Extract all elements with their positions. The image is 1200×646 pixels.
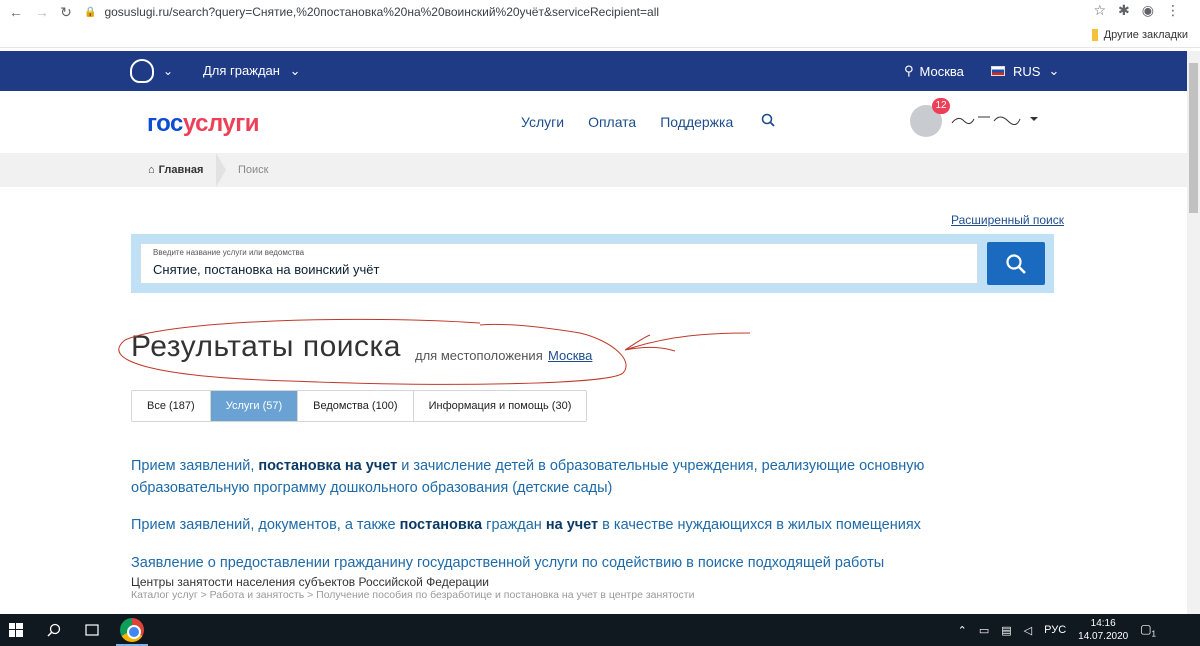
result-catalog-path: Каталог услуг > Работа и занятость > Пол… [131,589,695,601]
location-selector[interactable]: ⚲ Москва [904,63,964,79]
other-bookmarks[interactable]: Другие закладки [1091,29,1188,41]
reload-icon[interactable]: ↻ [54,0,78,24]
task-view-icon[interactable] [82,620,102,640]
gosuslugi-logo[interactable]: госуслуги [147,110,260,138]
search-result-link[interactable]: Заявление о предоставлении гражданину го… [131,552,1031,574]
address-bar[interactable]: 🔒 gosuslugi.ru/search?query=Снятие,%20по… [84,0,659,24]
page-title: Результаты поиска [131,330,401,363]
input-language[interactable]: РУС [1044,624,1066,636]
search-input[interactable]: Введите название услуги или ведомства Сн… [140,243,978,284]
language-selector[interactable]: RUS ⌄ [991,63,1059,79]
breadcrumb: ⌂ Главная Поиск [0,153,1187,187]
search-input-label: Введите название услуги или ведомства [153,248,305,257]
result-highlight: постановка на учет [258,458,398,474]
search-icon [1006,253,1026,274]
search-button[interactable] [987,242,1045,285]
chevron-up-icon[interactable]: ⌃ [958,624,967,637]
search-icon[interactable] [44,620,64,640]
search-icon[interactable] [761,113,775,130]
user-name-signature[interactable] [950,111,1038,127]
result-text: Прием заявлений, документов, а также [131,517,400,533]
chevron-down-icon[interactable]: ⌄ [163,64,173,78]
map-pin-icon: ⚲ [904,63,914,78]
profile-avatar-icon[interactable]: ◉ [1142,2,1154,19]
logo-part-uslugi: услуги [182,110,260,137]
advanced-search-link[interactable]: Расширенный поиск [951,213,1064,227]
russia-flag-icon [991,66,1005,76]
breadcrumb-home[interactable]: ⌂ Главная [148,164,203,176]
clock-time: 14:16 [1090,618,1116,629]
menu-icon[interactable]: ⋮ [1166,2,1180,19]
coat-of-arms-icon[interactable] [130,59,154,83]
result-highlight: на учет [545,517,599,533]
nav-services[interactable]: Услуги [521,114,564,130]
result-text: граждан [482,517,546,533]
lock-icon: 🔒 [84,6,97,18]
battery-icon[interactable]: ▭ [979,624,989,637]
result-text: Прием заявлений, [131,458,259,474]
forward-icon[interactable]: → [30,0,54,24]
language-label: RUS [1013,63,1041,79]
result-text: в качестве нуждающихся в жилых помещения… [598,517,921,533]
windows-start-icon[interactable] [6,620,26,640]
audience-label: Для граждан [203,63,280,78]
chevron-down-icon: ⌄ [289,63,301,78]
site-header: госуслуги Услуги Оплата Поддержка 12 [0,91,1187,153]
bookmark-star-icon[interactable]: ☆ [1093,2,1106,19]
folder-icon [1091,29,1098,41]
chrome-icon[interactable] [120,618,144,642]
breadcrumb-separator [216,153,226,187]
other-bookmarks-label: Другие закладки [1103,29,1188,41]
network-icon[interactable]: ▤ [1001,624,1011,637]
search-result-link[interactable]: Прием заявлений, постановка на учет и за… [131,455,1031,499]
clock[interactable]: 14:16 14.07.2020 [1078,617,1128,643]
scrollbar-thumb[interactable] [1189,63,1198,213]
chevron-down-icon: ⌄ [1048,63,1060,78]
volume-icon[interactable]: ◁ [1024,624,1032,637]
page-scrollbar[interactable] [1187,51,1200,614]
nav-support[interactable]: Поддержка [660,114,733,130]
home-icon: ⌂ [148,164,155,176]
back-icon[interactable]: ← [4,0,28,24]
url-text[interactable]: gosuslugi.ru/search?query=Снятие,%20пост… [104,5,659,19]
breadcrumb-current: Поиск [238,164,269,176]
results-tabs: Все (187) Услуги (57) Ведомства (100) Ин… [131,390,588,422]
result-department: Центры занятости населения субъектов Рос… [131,575,489,589]
nav-payment[interactable]: Оплата [588,114,636,130]
search-result-link[interactable]: Прием заявлений, документов, а также пос… [131,514,1031,536]
tab-departments[interactable]: Ведомства (100) [298,391,414,421]
main-nav: Услуги Оплата Поддержка [521,114,733,130]
result-text: Заявление о предоставлении гражданину го… [131,555,885,571]
browser-toolbar: ← → ↻ 🔒 gosuslugi.ru/search?query=Снятие… [0,0,1200,24]
search-input-value[interactable]: Снятие, постановка на воинский учёт [153,262,379,277]
location-label: для местоположения [415,348,543,363]
notification-count: 1 [1151,629,1156,639]
bookmarks-bar: Другие закладки [0,24,1200,48]
location-link[interactable]: Москва [548,348,592,363]
tab-services[interactable]: Услуги (57) [210,391,299,421]
extensions-icon[interactable]: ✱ [1118,2,1130,19]
system-tray: ⌃ ▭ ▤ ◁ РУС 14:16 14.07.2020 ▢1 [958,614,1156,646]
taskbar: ⌃ ▭ ▤ ◁ РУС 14:16 14.07.2020 ▢1 [0,614,1200,646]
breadcrumb-home-label: Главная [158,164,204,176]
result-highlight: постановка [399,517,483,533]
logo-part-gos: гос [147,110,183,137]
city-label: Москва [919,63,964,79]
tab-all[interactable]: Все (187) [132,391,211,421]
notification-center-icon[interactable]: ▢1 [1140,622,1156,638]
clock-date: 14.07.2020 [1078,631,1129,642]
audience-selector[interactable]: Для граждан ⌄ [203,63,300,79]
top-bar: ⌄ Для граждан ⌄ ⚲ Москва RUS ⌄ [0,51,1187,91]
notifications-badge: 12 [932,98,950,114]
tab-info-help[interactable]: Информация и помощь (30) [413,391,587,421]
search-panel: Введите название услуги или ведомства Сн… [131,234,1054,293]
